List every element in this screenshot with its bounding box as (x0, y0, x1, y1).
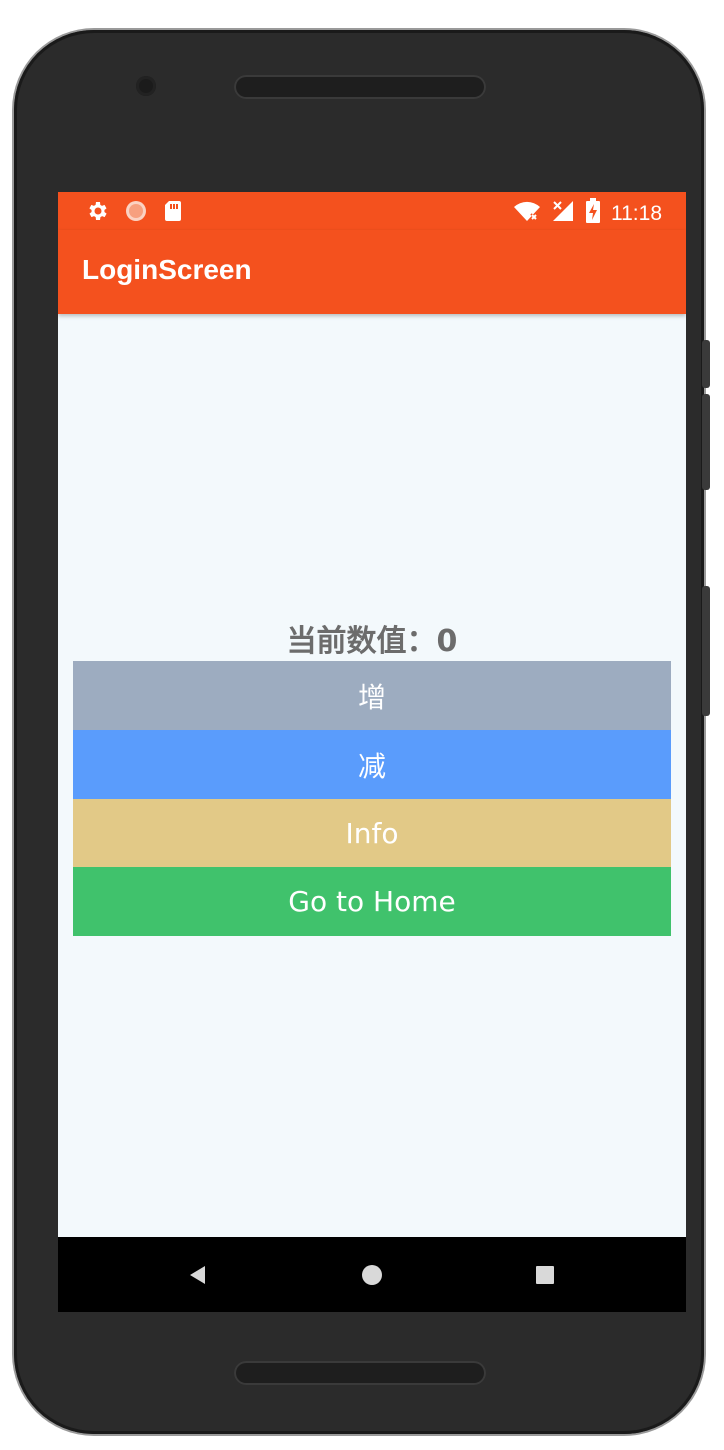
status-left-icons (86, 199, 184, 227)
top-speaker (234, 75, 486, 99)
counter-label: 当前数值：0 (286, 624, 458, 659)
increment-button-label: 增 (357, 680, 386, 714)
wifi-icon (513, 199, 541, 229)
status-bar: 11:18 (58, 192, 686, 230)
battery-icon (585, 198, 601, 230)
increment-button[interactable]: 增 (73, 661, 671, 730)
back-icon[interactable] (168, 1237, 228, 1312)
app-bar: LoginScreen (58, 230, 686, 314)
go-to-home-button-label: Go to Home (288, 885, 456, 918)
power-button (702, 340, 710, 388)
status-right-icons: 11:18 (513, 198, 662, 230)
info-button-label: Info (345, 817, 399, 850)
go-to-home-button[interactable]: Go to Home (73, 867, 671, 936)
recents-icon[interactable] (515, 1237, 575, 1312)
bottom-speaker (234, 1361, 486, 1385)
decrement-button[interactable]: 减 (73, 730, 671, 799)
gear-icon (86, 199, 110, 227)
info-button[interactable]: Info (73, 799, 671, 868)
status-time: 11:18 (611, 202, 662, 225)
signal-icon (551, 199, 575, 229)
front-camera (136, 76, 156, 96)
volume-down-button (702, 586, 710, 716)
phone-frame: 11:18 LoginScreen 当前数值：0 增 减 Info Go to … (14, 30, 710, 1434)
app-title: LoginScreen (82, 254, 252, 285)
screen: 11:18 LoginScreen 当前数值：0 增 减 Info Go to … (58, 192, 686, 1312)
record-icon (124, 199, 148, 227)
volume-up-button (702, 394, 710, 490)
sd-card-icon (162, 199, 184, 227)
navigation-bar (58, 1237, 686, 1312)
home-icon[interactable] (342, 1237, 402, 1312)
decrement-button-label: 减 (357, 749, 386, 783)
